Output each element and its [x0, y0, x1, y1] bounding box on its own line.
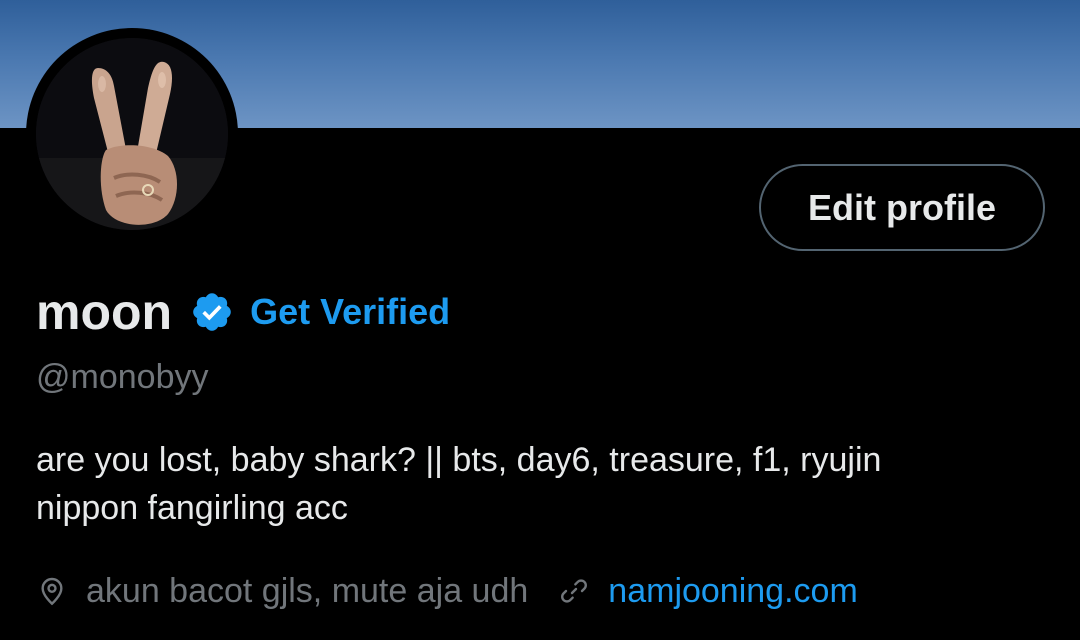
profile-header: Edit profile moon Get Verified @monobyy … — [0, 0, 1080, 640]
name-row: moon Get Verified — [36, 282, 450, 342]
bio-line: are you lost, baby shark? || bts, day6, … — [36, 441, 882, 479]
avatar-peace-sign-photo — [36, 38, 228, 230]
verified-badge-icon[interactable] — [190, 290, 234, 334]
link-icon — [561, 579, 588, 603]
profile-meta-row: akun bacot gjls, mute aja udh namjooning… — [36, 568, 858, 614]
bio-line: nippon fangirling acc — [36, 489, 348, 527]
get-verified-link[interactable]: Get Verified — [250, 291, 450, 333]
user-handle: @monobyy — [36, 358, 209, 396]
website-link[interactable]: namjooning.com — [608, 572, 857, 611]
edit-profile-button[interactable]: Edit profile — [759, 164, 1045, 251]
avatar[interactable] — [36, 38, 228, 230]
location-text: akun bacot gjls, mute aja udh — [86, 571, 529, 610]
display-name: moon — [36, 284, 173, 340]
location-pin-icon — [41, 577, 63, 606]
profile-bio: are you lost, baby shark? || bts, day6, … — [36, 436, 881, 532]
